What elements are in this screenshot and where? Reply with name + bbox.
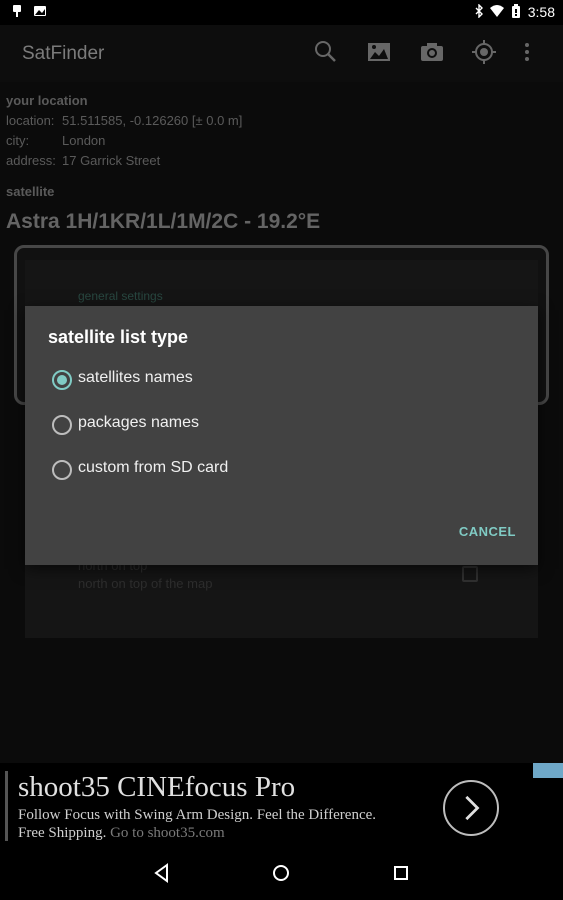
ad-choices-icon[interactable] <box>533 763 563 778</box>
battery-icon <box>512 4 520 18</box>
notification-icon <box>13 5 21 17</box>
radio-button[interactable] <box>52 415 72 435</box>
back-icon[interactable] <box>147 858 177 888</box>
option-label: satellites names <box>78 369 193 386</box>
navigation-bar <box>0 846 563 900</box>
home-icon[interactable] <box>266 858 296 888</box>
dialog-title: satellite list type <box>48 327 189 347</box>
ad-shipping-text: Free Shipping. <box>18 825 107 841</box>
cancel-button[interactable]: CANCEL <box>459 524 516 539</box>
status-time: 3:58 <box>527 4 555 20</box>
ad-description-2: Free Shipping. Go to shoot35.com <box>18 825 225 842</box>
bluetooth-icon <box>475 4 483 18</box>
option-custom-sd-card[interactable]: custom from SD card <box>52 454 512 484</box>
ad-description: Follow Focus with Swing Arm Design. Feel… <box>18 807 377 823</box>
ad-link[interactable]: Go to shoot35.com <box>110 825 225 841</box>
satellite-list-type-dialog: satellite list type satellites names pac… <box>25 306 538 565</box>
option-label: custom from SD card <box>78 459 229 476</box>
option-satellites-names[interactable]: satellites names <box>52 364 512 394</box>
radio-button[interactable] <box>52 460 72 480</box>
radio-button-checked[interactable] <box>52 370 72 390</box>
ad-title[interactable]: shoot35 CINEfocus Pro <box>18 771 295 804</box>
option-label: packages names <box>78 414 199 431</box>
wifi-icon <box>490 5 504 17</box>
ad-banner[interactable]: shoot35 CINEfocus Pro Follow Focus with … <box>0 763 563 846</box>
recents-icon[interactable] <box>386 858 416 888</box>
chevron-right-icon[interactable] <box>443 780 499 836</box>
ad-accent-bar <box>5 771 8 841</box>
option-packages-names[interactable]: packages names <box>52 409 512 439</box>
status-bar: 3:58 <box>0 0 563 25</box>
photo-notification-icon <box>34 6 46 16</box>
